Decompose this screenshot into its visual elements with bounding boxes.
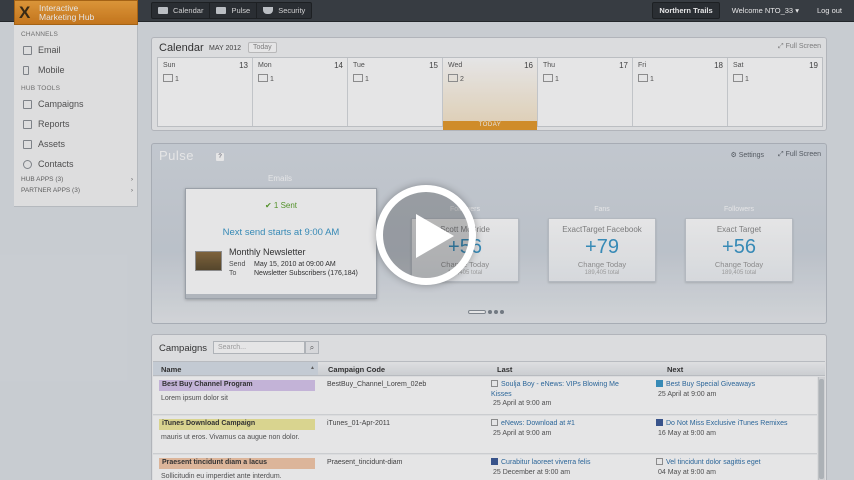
play-icon[interactable] bbox=[376, 185, 476, 285]
